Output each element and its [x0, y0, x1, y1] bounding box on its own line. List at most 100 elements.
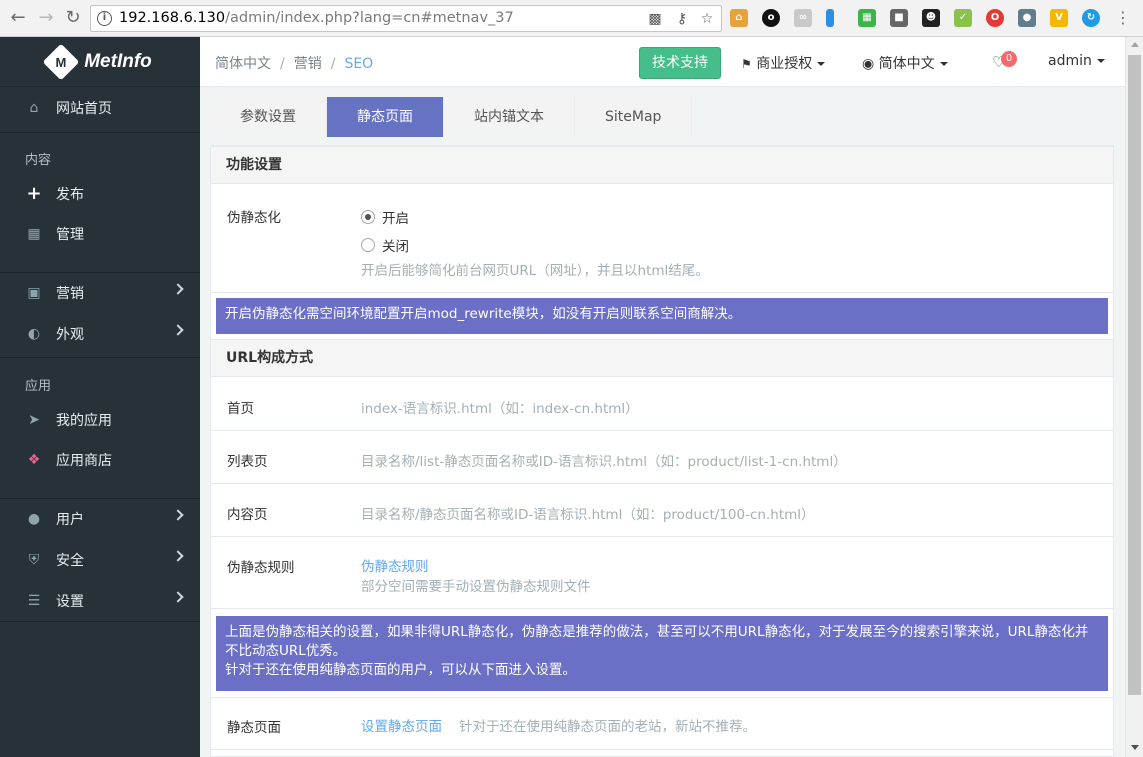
extension-circle-icon[interactable]: o — [762, 9, 780, 27]
sidebar-item-appearance[interactable]: ◐ 外观 — [0, 314, 200, 354]
chevron-right-icon — [172, 324, 184, 336]
logo-mark-icon: M — [42, 43, 80, 80]
sidebar-item-label: 管理 — [56, 227, 84, 243]
sidebar-item-manage[interactable]: ▦ 管理 — [0, 214, 200, 254]
sidebar-item-label: 应用商店 — [56, 453, 112, 469]
sidebar-item-users[interactable]: ● 用户 — [0, 499, 200, 539]
extension-sync-icon[interactable]: ↻ — [1082, 9, 1100, 27]
tech-support-button[interactable]: 技术支持 — [639, 47, 721, 79]
extension-satellite-icon[interactable]: ● — [1018, 9, 1036, 27]
sidebar-item-my-apps[interactable]: ➤ 我的应用 — [0, 400, 200, 440]
tab-parameters[interactable]: 参数设置 — [210, 97, 327, 137]
home-label: 首页 — [227, 401, 254, 417]
chevron-right-icon — [172, 509, 184, 521]
rules-link[interactable]: 伪静态规则 — [361, 555, 429, 575]
radio-on[interactable]: 开启 — [361, 207, 409, 227]
rules-hint: 部分空间需要手动设置伪静态规则文件 — [361, 579, 591, 595]
rules-label: 伪静态规则 — [227, 560, 295, 576]
sidebar-item-app-store[interactable]: ❖ 应用商店 — [0, 440, 200, 480]
static-label: 静态页面 — [227, 720, 281, 736]
static-hint: 针对于还在使用纯静态页面的老站，新站不推荐。 — [459, 719, 756, 735]
sidebar-group-content: 内容 — [25, 153, 52, 168]
money-icon: ▣ — [27, 285, 41, 301]
sidebar-item-home[interactable]: ⌂ 网站首页 — [0, 88, 200, 128]
sidebar-item-label: 用户 — [56, 512, 84, 528]
breadcrumb: 简体中文 / 营销 / SEO — [215, 56, 374, 72]
tab-anchor-text[interactable]: 站内锚文本 — [444, 97, 575, 137]
back-icon[interactable]: ← — [8, 8, 28, 28]
sidebar-item-label: 发布 — [56, 187, 84, 203]
section-title: URL构成方式 — [211, 339, 1113, 377]
user-dropdown[interactable]: admin — [1048, 53, 1105, 69]
scroll-down-icon[interactable] — [1131, 745, 1139, 750]
puzzle-icon[interactable]: ▩ — [647, 11, 663, 27]
list-label: 列表页 — [227, 454, 268, 470]
sidebar-item-settings[interactable]: ☰ 设置 — [0, 581, 200, 621]
caret-down-icon — [1096, 59, 1105, 63]
extension-gray-icon[interactable]: ■ — [890, 9, 908, 27]
extension-green-icon[interactable]: ▦ — [858, 9, 876, 27]
key-icon[interactable]: ⚷ — [674, 11, 690, 27]
extension-bars-icon[interactable] — [826, 9, 834, 27]
breadcrumb-current: SEO — [344, 56, 374, 72]
page-scrollbar[interactable] — [1125, 37, 1143, 757]
static-settings-link[interactable]: 设置静态页面 — [361, 715, 442, 735]
tab-bar: 参数设置 静态页面 站内锚文本 SiteMap — [210, 97, 693, 137]
tab-static-pages[interactable]: 静态页面 — [327, 97, 444, 137]
sidebar-item-publish[interactable]: + 发布 — [0, 174, 200, 214]
tab-sitemap[interactable]: SiteMap — [575, 97, 693, 137]
list-value: 目录名称/list-静态页面名称或ID-语言标识.html（如：product/… — [361, 454, 847, 470]
sidebar-item-label: 安全 — [56, 553, 84, 569]
shield-icon: ⛨ — [28, 552, 40, 568]
sidebar-item-label: 网站首页 — [56, 101, 112, 117]
alert-text: 上面是伪静态相关的设置，如果非得URL静态化，伪静态是推荐的做法，甚至可以不用U… — [225, 624, 1089, 659]
reload-icon[interactable]: ↻ — [63, 8, 83, 28]
radio-label: 关闭 — [382, 239, 409, 255]
scrollbar-thumb[interactable] — [1128, 55, 1141, 695]
extension-home-icon[interactable]: ⌂ — [730, 9, 748, 27]
extension-pin-icon[interactable]: ✓ — [954, 9, 972, 27]
url-text[interactable]: 192.168.6.130/admin/index.php?lang=cn#me… — [119, 10, 514, 26]
extension-mask-icon[interactable]: ☻ — [922, 9, 940, 27]
extension-link-icon[interactable]: ∞ — [794, 9, 812, 27]
notification-badge: 0 — [1001, 51, 1017, 67]
radio-label: 开启 — [382, 211, 409, 227]
detail-label: 内容页 — [227, 507, 268, 523]
dashboard-icon: ◐ — [27, 326, 41, 342]
plus-icon: + — [26, 183, 42, 204]
sidebar-item-marketing[interactable]: ▣ 营销 — [0, 273, 200, 313]
forward-icon[interactable]: → — [36, 8, 56, 28]
language-dropdown[interactable]: ◉ 简体中文 — [862, 53, 948, 73]
breadcrumb-item[interactable]: 简体中文 — [215, 56, 271, 72]
cube-icon: ❖ — [27, 452, 41, 468]
license-dropdown[interactable]: ⚑ 商业授权 — [741, 53, 826, 73]
extension-opera-icon[interactable]: O — [986, 9, 1004, 27]
sidebar-item-label: 设置 — [56, 594, 84, 610]
sidebar-item-label: 我的应用 — [56, 413, 112, 429]
address-bar[interactable]: i 192.168.6.130/admin/index.php?lang=cn#… — [90, 5, 722, 32]
settings-panel: 功能设置 伪静态化 开启 关闭 开启后能够简化前台网页URL（网址），并且以ht… — [210, 145, 1114, 757]
section-title: 功能设置 — [211, 146, 1113, 184]
extension-v-icon[interactable]: V — [1050, 9, 1068, 27]
alert-text: 针对于还在使用纯静态页面的用户，可以从下面进入设置。 — [225, 662, 576, 678]
home-icon: ⌂ — [29, 100, 39, 116]
star-icon[interactable]: ☆ — [699, 11, 715, 27]
chevron-right-icon — [172, 283, 184, 295]
license-label: 商业授权 — [756, 56, 813, 72]
alert-pseudo-static-info: 上面是伪静态相关的设置，如果非得URL静态化，伪静态是推荐的做法，甚至可以不用U… — [216, 616, 1108, 691]
brand-name: MetInfo — [84, 50, 152, 72]
alert-mod-rewrite: 开启伪静态化需空间环境配置开启mod_rewrite模块，如没有开启则联系空间商… — [216, 298, 1108, 334]
bookmark-icon: ⚑ — [741, 57, 752, 71]
radio-unchecked-icon — [361, 238, 375, 252]
radio-off[interactable]: 关闭 — [361, 235, 409, 255]
brand-logo[interactable]: M MetInfo — [0, 37, 200, 87]
chevron-right-icon — [172, 591, 184, 603]
sidebar-item-label: 外观 — [56, 327, 84, 343]
sliders-icon: ☰ — [27, 593, 41, 609]
scroll-up-icon[interactable] — [1131, 42, 1139, 47]
detail-value: 目录名称/静态页面名称或ID-语言标识.html（如：product/100-c… — [361, 507, 815, 523]
menu-icon[interactable]: ⋮ — [1113, 8, 1133, 28]
sidebar-item-security[interactable]: ⛨ 安全 — [0, 540, 200, 580]
breadcrumb-item[interactable]: 营销 — [294, 56, 322, 72]
info-icon[interactable]: i — [97, 11, 112, 26]
